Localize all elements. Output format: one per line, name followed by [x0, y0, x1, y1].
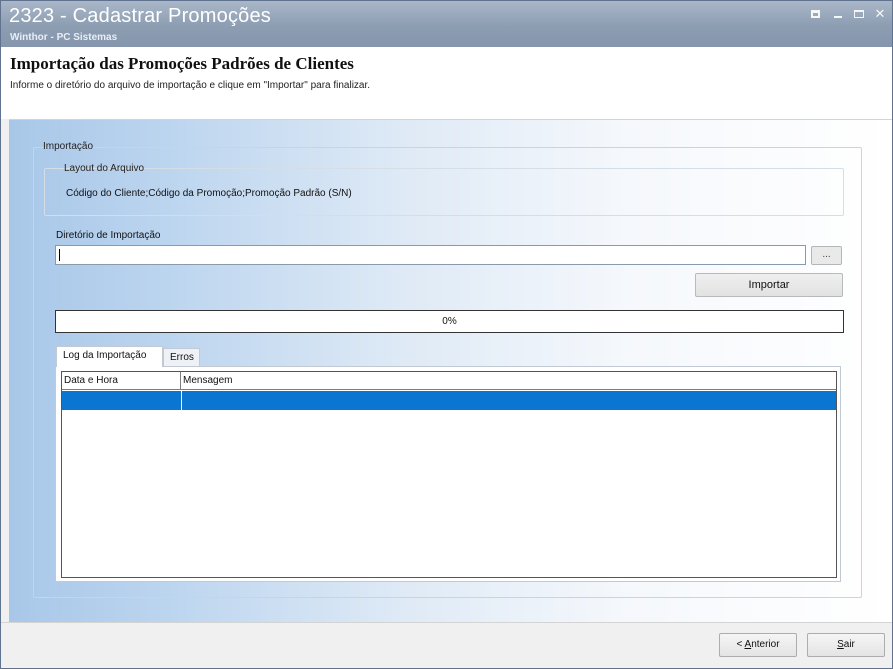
- maximize-icon[interactable]: [852, 7, 866, 21]
- main-window: 2323 - Cadastrar Promoções Winthor - PC …: [0, 0, 893, 669]
- sair-mnemonic: S: [837, 639, 844, 650]
- footer-bar: < Anterior Sair: [1, 622, 892, 668]
- import-button[interactable]: Importar: [695, 273, 843, 297]
- directory-label: Diretório de Importação: [56, 230, 161, 241]
- page-header: Importação das Promoções Padrões de Clie…: [1, 47, 892, 119]
- layout-text: Código do Cliente;Código da Promoção;Pro…: [66, 188, 352, 199]
- text-caret: [59, 249, 60, 261]
- sair-rest: air: [843, 639, 855, 650]
- progress-label: 0%: [442, 316, 457, 327]
- window-title: 2323 - Cadastrar Promoções: [9, 5, 271, 27]
- log-grid[interactable]: Data e Hora Mensagem: [61, 371, 837, 578]
- sair-button[interactable]: Sair: [807, 633, 885, 657]
- column-header-data-hora[interactable]: Data e Hora: [62, 372, 181, 390]
- column-header-mensagem[interactable]: Mensagem: [181, 372, 837, 390]
- anterior-rest: nterior: [751, 639, 780, 650]
- content-area: Importação Layout do Arquivo Código do C…: [9, 119, 892, 622]
- importacao-legend: Importação: [43, 141, 94, 152]
- title-bar[interactable]: 2323 - Cadastrar Promoções Winthor - PC …: [1, 1, 892, 47]
- progress-bar: 0%: [55, 310, 844, 333]
- table-row[interactable]: [62, 391, 836, 410]
- page-instructions: Informe o diretório do arquivo de import…: [10, 80, 371, 91]
- restore-icon[interactable]: [809, 7, 823, 21]
- close-icon[interactable]: ✕: [873, 7, 887, 21]
- anterior-button[interactable]: < Anterior: [719, 633, 797, 657]
- window-subtitle: Winthor - PC Sistemas: [10, 32, 118, 43]
- browse-button[interactable]: ...: [811, 246, 842, 265]
- grid-header: Data e Hora Mensagem: [62, 372, 836, 390]
- tab-log-importacao[interactable]: Log da Importação: [56, 346, 163, 367]
- directory-input[interactable]: [55, 245, 806, 265]
- row-column-separator: [181, 391, 182, 410]
- log-tab-panel: Data e Hora Mensagem: [55, 366, 841, 582]
- page-title: Importação das Promoções Padrões de Clie…: [10, 54, 354, 73]
- anterior-prefix: <: [736, 639, 745, 650]
- layout-legend: Layout do Arquivo: [64, 163, 145, 174]
- minimize-icon[interactable]: [831, 7, 845, 21]
- tab-erros[interactable]: Erros: [163, 348, 200, 366]
